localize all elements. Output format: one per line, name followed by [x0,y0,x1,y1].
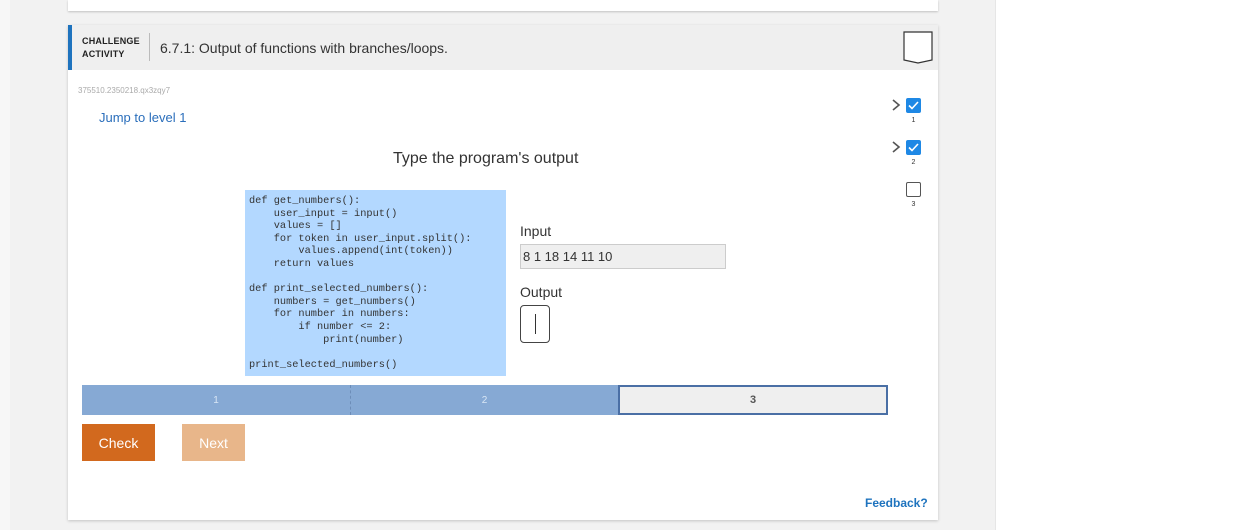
checkbox-checked-icon [906,98,921,113]
prompt-text: Type the program's output [393,150,579,167]
level-number: 3 [911,201,916,208]
header-divider [149,33,150,61]
level-progress-bar: 1 2 3 [82,385,888,415]
activity-header: CHALLENGE ACTIVITY 6.7.1: Output of func… [68,25,938,70]
checkbox-empty-icon [906,182,921,197]
check-button[interactable]: Check [82,424,155,461]
code-line: values = [] [249,220,342,233]
activity-type-label: CHALLENGE ACTIVITY [82,35,140,61]
chevron-right-icon [892,141,901,153]
previous-card [68,0,938,11]
code-block: def get_numbers(): user_input = input() … [245,190,506,376]
code-line: user_input = input() [249,207,398,220]
bookmark-icon[interactable] [903,31,933,64]
code-line: if number <= 2: [249,320,392,333]
code-line: values.append(int(token)) [249,245,453,258]
activity-title: 6.7.1: Output of functions with branches… [160,40,448,56]
segment-label: 3 [749,394,757,406]
segment-label: 2 [481,394,488,406]
left-gutter [0,0,10,530]
progress-segment-3[interactable]: 3 [618,385,888,415]
chevron-right-icon [892,99,901,111]
category-line1: CHALLENGE [82,36,140,46]
code-line: def print_selected_numbers(): [249,283,429,296]
feedback-link[interactable]: Feedback? [865,496,928,510]
code-line: for number in numbers: [249,308,410,321]
output-textarea[interactable] [520,305,550,343]
next-button[interactable]: Next [182,424,245,461]
code-line: print(number) [249,333,404,346]
program-input-display: 8 1 18 14 11 10 [520,244,726,269]
level-indicator-1[interactable]: 1 [906,98,922,124]
checkbox-checked-icon [906,140,921,155]
segment-label: 1 [213,394,219,406]
code-line: return values [249,257,355,270]
progress-segment-1[interactable]: 1 [82,385,351,415]
output-label: Output [520,284,563,300]
level-number: 2 [911,159,916,166]
level-number: 1 [911,117,916,124]
right-panel [995,0,1247,530]
level-indicator-2[interactable]: 2 [906,140,922,166]
code-line: numbers = get_numbers() [249,295,416,308]
text-caret [535,314,536,334]
activity-id: 375510.2350218.qx3zqy7 [78,86,171,95]
code-line: for token in user_input.split(): [249,232,472,245]
code-line: print_selected_numbers() [249,358,398,371]
progress-segment-2[interactable]: 2 [351,385,618,415]
challenge-activity-card: CHALLENGE ACTIVITY 6.7.1: Output of func… [68,25,938,520]
code-line: def get_numbers(): [249,195,361,207]
category-line2: ACTIVITY [82,49,125,59]
input-label: Input [520,223,552,239]
jump-to-level-link[interactable]: Jump to level 1 [99,110,186,125]
level-indicator-3[interactable]: 3 [906,182,922,208]
